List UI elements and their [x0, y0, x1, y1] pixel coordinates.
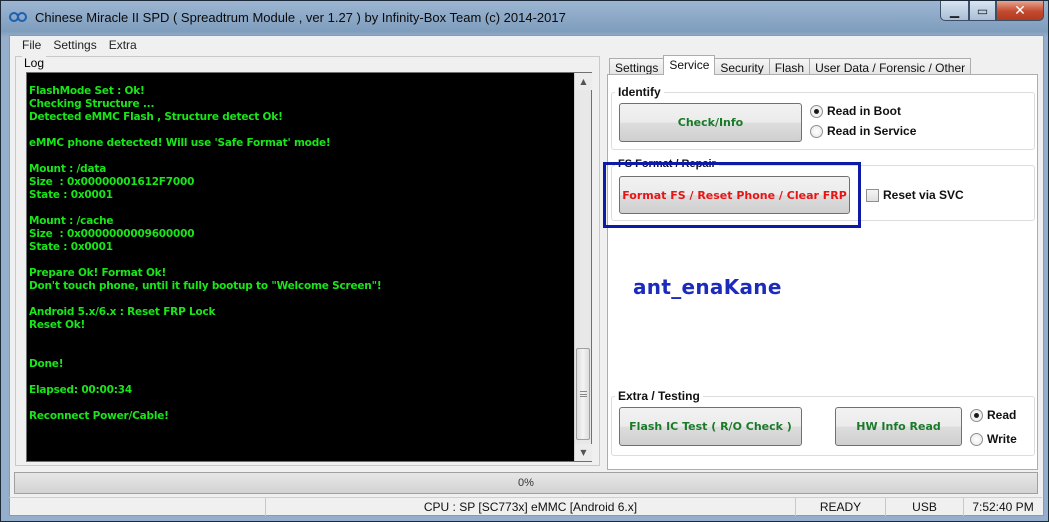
log-line: Elapsed: 00:00:34 [29, 384, 132, 396]
identify-label: Identify [615, 85, 664, 99]
radio-checked-icon [970, 408, 983, 422]
scroll-up-arrow[interactable]: ▲ [575, 73, 592, 90]
status-state: READY [795, 498, 885, 516]
minimize-button[interactable]: ▁ [940, 1, 969, 21]
tab-flash[interactable]: Flash [768, 58, 811, 75]
checkbox-icon [866, 188, 879, 202]
window-title: Chinese Miracle II SPD ( Spreadtrum Modu… [35, 10, 566, 25]
radio-read[interactable]: Read [970, 408, 1016, 422]
status-port: USB [885, 498, 963, 516]
log-scrollbar[interactable]: ▲ ▼ [574, 73, 592, 461]
maximize-icon: ▭ [976, 3, 989, 18]
extra-testing-label: Extra / Testing [615, 389, 703, 403]
scroll-thumb[interactable] [576, 348, 590, 440]
status-bar: CPU : SP [SC773x] eMMC [Android 6.x] REA… [9, 497, 1042, 517]
log-line: Prepare Ok! Format Ok! [29, 267, 167, 279]
progress-text: 0% [518, 477, 534, 489]
log-line: FlashMode Set : Ok! [29, 85, 145, 97]
log-line: Android 5.x/6.x : Reset FRP Lock [29, 306, 216, 318]
log-lines: FlashMode Set : Ok! Checking Structure ..… [29, 85, 574, 423]
radio-read-in-service[interactable]: Read in Service [810, 124, 916, 138]
reset-via-svc-label: Reset via SVC [883, 188, 964, 202]
check-info-button[interactable]: Check/Info [619, 103, 802, 142]
radio-read-in-boot[interactable]: Read in Boot [810, 104, 901, 118]
tab-strip: Settings Service Security Flash User Dat… [609, 55, 972, 75]
tab-user-data[interactable]: User Data / Forensic / Other [809, 58, 972, 75]
radio-unchecked-icon [970, 432, 983, 446]
tab-security[interactable]: Security [714, 58, 770, 75]
log-line: Size : 0x00000001612F7000 [29, 176, 195, 188]
grip-icon [580, 391, 587, 397]
progress-bar: 0% [14, 472, 1038, 494]
menu-bar: File Settings Extra [10, 36, 1043, 54]
radio-write[interactable]: Write [970, 432, 1017, 446]
log-label: Log [22, 56, 47, 70]
log-line: Reconnect Power/Cable! [29, 410, 169, 422]
title-bar[interactable]: Chinese Miracle II SPD ( Spreadtrum Modu… [1, 1, 1048, 35]
reset-via-svc-checkbox[interactable]: Reset via SVC [866, 188, 964, 202]
log-line: Size : 0x0000000009600000 [29, 228, 195, 240]
tab-settings[interactable]: Settings [609, 58, 665, 75]
watermark-text: ant_enaKane [633, 275, 782, 299]
status-cpu: CPU : SP [SC773x] eMMC [Android 6.x] [265, 498, 795, 516]
log-line: Checking Structure ... [29, 98, 155, 110]
menu-file[interactable]: File [16, 36, 47, 54]
close-button[interactable]: ✕ [996, 1, 1044, 21]
menu-extra[interactable]: Extra [103, 36, 143, 54]
app-window: Chinese Miracle II SPD ( Spreadtrum Modu… [0, 0, 1049, 522]
radio-read-in-service-label: Read in Service [827, 124, 917, 138]
log-line: State : 0x0001 [29, 241, 113, 253]
log-line: Mount : /cache [29, 215, 114, 227]
log-line: Reset Ok! [29, 319, 86, 331]
minimize-icon: ▁ [949, 3, 960, 18]
tab-service[interactable]: Service [663, 55, 716, 75]
scroll-down-arrow[interactable]: ▼ [575, 444, 592, 461]
close-icon: ✕ [1014, 2, 1026, 19]
radio-read-label: Read [987, 408, 1017, 422]
radio-checked-icon [810, 104, 823, 118]
app-icon [9, 12, 27, 22]
menu-settings[interactable]: Settings [47, 36, 102, 54]
hw-info-read-button[interactable]: HW Info Read [835, 407, 962, 446]
highlight-box [603, 162, 861, 228]
log-line: State : 0x0001 [29, 189, 113, 201]
log-line: Detected eMMC Flash , Structure detect O… [29, 111, 283, 123]
flash-ic-test-button[interactable]: Flash IC Test ( R/O Check ) [619, 407, 802, 446]
radio-unchecked-icon [810, 124, 823, 138]
log-line: Mount : /data [29, 163, 107, 175]
maximize-button[interactable]: ▭ [969, 1, 996, 21]
log-output[interactable]: FlashMode Set : Ok! Checking Structure ..… [26, 72, 592, 462]
log-line: Done! [29, 358, 64, 370]
radio-read-in-boot-label: Read in Boot [827, 104, 901, 118]
log-line: Don't touch phone, until it fully bootup… [29, 280, 382, 292]
log-line: eMMC phone detected! Will use 'Safe Form… [29, 137, 331, 149]
status-time: 7:52:40 PM [963, 498, 1042, 516]
radio-write-label: Write [987, 432, 1017, 446]
